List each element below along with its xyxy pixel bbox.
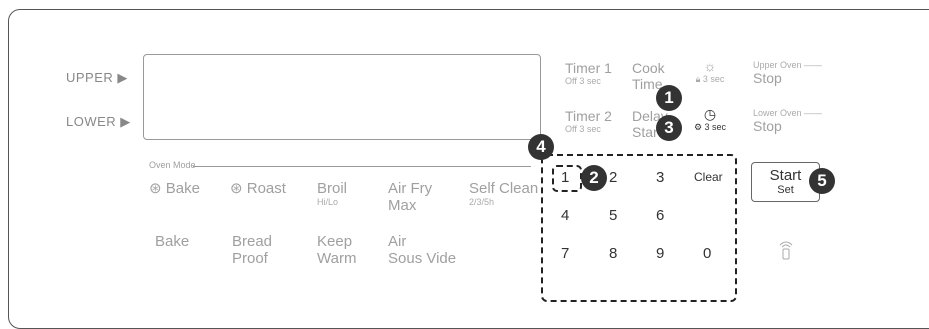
lock-icon: 🔒︎	[695, 74, 701, 85]
callout-3: 3	[656, 115, 682, 141]
mode-air-fry[interactable]: Air Fry Max	[388, 180, 432, 215]
mode-keep-warm[interactable]: Keep Warm	[317, 233, 356, 268]
key-5[interactable]: 5	[609, 207, 617, 224]
key-3[interactable]: 3	[656, 169, 664, 186]
light-button[interactable]: ☼ 🔒︎ 3 sec	[690, 58, 730, 84]
mode-convect-roast[interactable]: ⊛ Roast	[230, 180, 286, 197]
mode-convect-bake[interactable]: ⊛ Bake	[149, 180, 200, 197]
clock-button[interactable]: ◷ ⚙ 3 sec	[690, 106, 730, 132]
callout-1: 1	[656, 85, 682, 111]
key-0[interactable]: 0	[703, 245, 711, 262]
mode-bread-proof[interactable]: Bread Proof	[232, 233, 272, 268]
key-6[interactable]: 6	[656, 207, 664, 224]
callout-5: 5	[809, 168, 835, 194]
light-bulb-icon: ☼	[703, 58, 717, 74]
key-7[interactable]: 7	[561, 245, 569, 262]
fan-icon: ⊛	[230, 180, 243, 197]
mode-bake[interactable]: Bake	[155, 233, 189, 250]
callout-4: 4	[528, 134, 554, 160]
key-4[interactable]: 4	[561, 207, 569, 224]
settings-icon: ⚙	[693, 122, 703, 133]
key-clear[interactable]: Clear	[694, 170, 723, 184]
key-8[interactable]: 8	[609, 245, 617, 262]
fan-icon: ⊛	[149, 180, 162, 197]
key-9[interactable]: 9	[656, 245, 664, 262]
mode-air-sous-vide[interactable]: Air Sous Vide	[388, 233, 456, 268]
upper-oven-stop-button[interactable]: Upper Oven —— Stop	[753, 60, 822, 86]
lower-label: LOWER ▶	[66, 114, 131, 129]
mode-self-clean[interactable]: Self Clean 2/3/5h	[469, 180, 538, 208]
oven-mode-label: Oven Mode	[149, 160, 196, 170]
upper-label: UPPER ▶	[66, 70, 128, 85]
wifi-icon	[779, 241, 793, 260]
oven-mode-divider	[193, 166, 531, 167]
lower-oven-stop-button[interactable]: Lower Oven —— Stop	[753, 108, 822, 134]
mode-broil[interactable]: Broil Hi/Lo	[317, 180, 347, 208]
callout-2: 2	[581, 165, 607, 191]
key-1[interactable]: 1	[561, 169, 569, 186]
key-2[interactable]: 2	[609, 169, 617, 186]
timer2-button[interactable]: Timer 2 Off 3 sec	[565, 108, 612, 134]
timer1-button[interactable]: Timer 1 Off 3 sec	[565, 60, 612, 86]
display-screen	[143, 54, 541, 140]
clock-icon: ◷	[703, 106, 717, 122]
